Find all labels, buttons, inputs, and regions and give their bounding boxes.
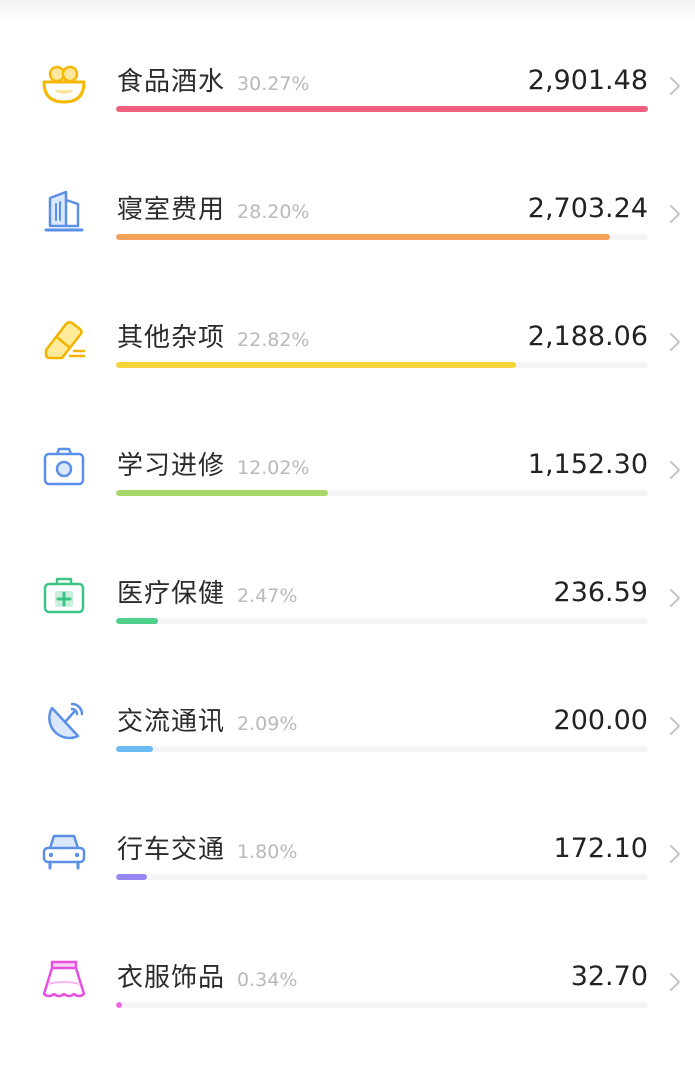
progress-fill <box>116 362 517 368</box>
progress-fill <box>116 874 147 880</box>
chevron-right-icon <box>669 972 681 992</box>
satellite-dish-icon <box>40 698 88 746</box>
medical-kit-icon <box>40 570 88 618</box>
category-name: 衣服饰品 0.34% <box>117 963 298 993</box>
category-row-misc[interactable]: 其他杂项 22.82% 2,188.06 <box>0 302 695 430</box>
category-percent: 28.20% <box>237 201 310 223</box>
camera-study-icon <box>40 442 88 490</box>
progress-track <box>116 362 648 368</box>
progress-track <box>116 874 648 880</box>
chevron-right-icon <box>669 204 681 224</box>
category-percent: 30.27% <box>237 73 310 95</box>
progress-track <box>116 106 648 112</box>
category-name: 行车交通 1.80% <box>117 835 298 865</box>
category-amount: 2,901.48 <box>527 65 648 96</box>
category-amount: 2,703.24 <box>527 193 648 224</box>
progress-fill <box>116 618 159 624</box>
category-name: 医疗保健 2.47% <box>117 579 298 609</box>
category-percent: 22.82% <box>237 329 310 351</box>
dorm-building-icon <box>40 186 88 234</box>
category-percent: 2.47% <box>237 585 298 607</box>
category-amount: 200.00 <box>553 705 648 736</box>
chevron-right-icon <box>669 716 681 736</box>
progress-track <box>116 746 648 752</box>
category-amount: 2,188.06 <box>527 321 648 352</box>
chevron-right-icon <box>669 76 681 96</box>
eraser-misc-icon <box>40 314 88 362</box>
category-row-communication[interactable]: 交流通讯 2.09% 200.00 <box>0 686 695 814</box>
food-bowl-icon <box>40 58 88 106</box>
category-name: 其他杂项 22.82% <box>117 323 310 353</box>
skirt-icon <box>40 954 88 1002</box>
top-divider-shadow <box>0 0 695 22</box>
category-name: 食品酒水 30.27% <box>117 67 310 97</box>
category-amount: 32.70 <box>570 961 648 992</box>
category-percent: 1.80% <box>237 841 298 863</box>
category-amount: 1,152.30 <box>527 449 648 480</box>
chevron-right-icon <box>669 844 681 864</box>
progress-track <box>116 490 648 496</box>
progress-track <box>116 234 648 240</box>
category-percent: 2.09% <box>237 713 298 735</box>
chevron-right-icon <box>669 332 681 352</box>
category-row-food[interactable]: 食品酒水 30.27% 2,901.48 <box>0 46 695 174</box>
category-amount: 172.10 <box>553 833 648 864</box>
chevron-right-icon <box>669 588 681 608</box>
progress-track <box>116 1002 648 1008</box>
progress-fill <box>116 490 328 496</box>
category-row-study[interactable]: 学习进修 12.02% 1,152.30 <box>0 430 695 558</box>
category-name: 交流通讯 2.09% <box>117 707 298 737</box>
progress-track <box>116 618 648 624</box>
progress-fill <box>116 1002 123 1008</box>
category-amount: 236.59 <box>553 577 648 608</box>
category-row-medical[interactable]: 医疗保健 2.47% 236.59 <box>0 558 695 686</box>
progress-fill <box>116 106 648 112</box>
chevron-right-icon <box>669 460 681 480</box>
category-name: 寝室费用 28.20% <box>117 195 310 225</box>
category-percent: 12.02% <box>237 457 310 479</box>
category-row-dorm[interactable]: 寝室费用 28.20% 2,703.24 <box>0 174 695 302</box>
category-name: 学习进修 12.02% <box>117 451 310 481</box>
progress-fill <box>116 746 153 752</box>
category-percent: 0.34% <box>237 969 298 991</box>
category-row-transport[interactable]: 行车交通 1.80% 172.10 <box>0 814 695 942</box>
car-icon <box>40 826 88 874</box>
category-row-clothing[interactable]: 衣服饰品 0.34% 32.70 <box>0 942 695 1070</box>
progress-fill <box>116 234 611 240</box>
